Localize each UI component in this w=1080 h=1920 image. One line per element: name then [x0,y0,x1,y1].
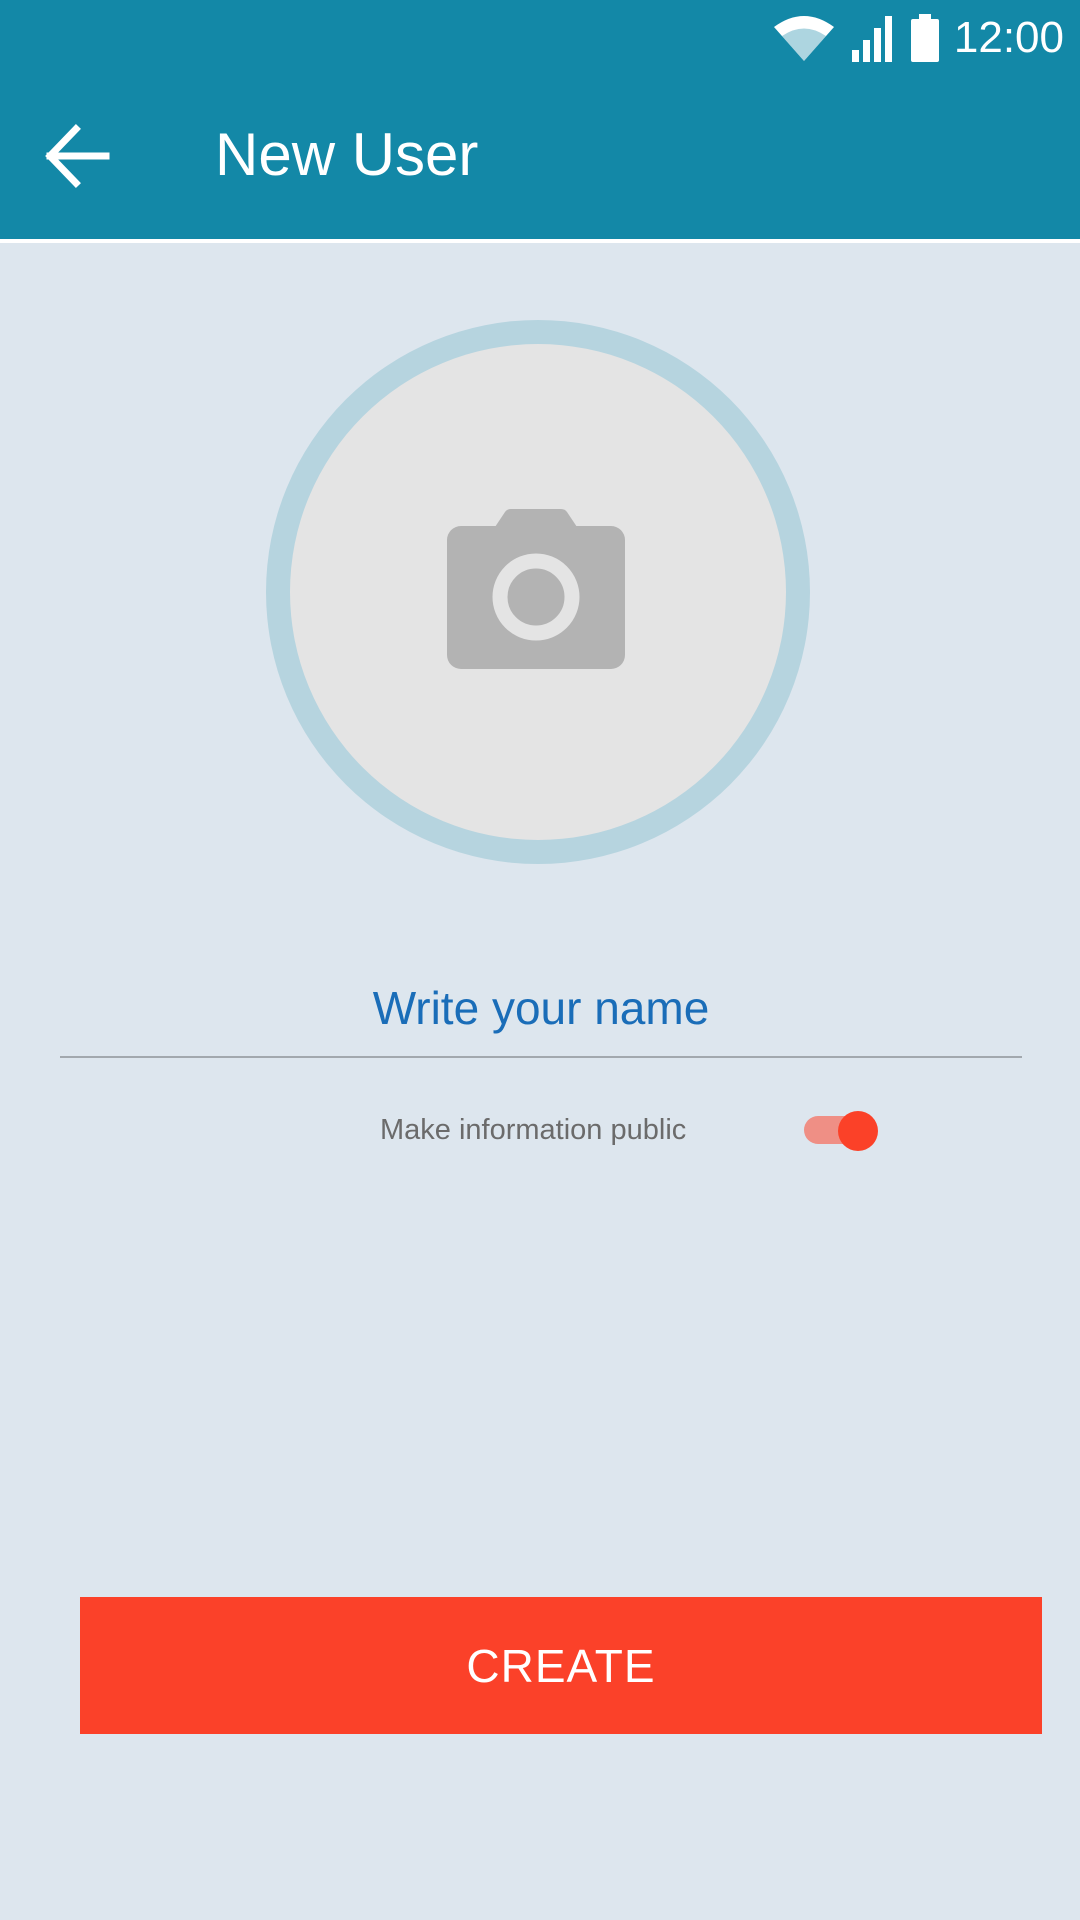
app-bar-divider [0,239,1080,243]
camera-icon [447,509,625,669]
back-button[interactable] [40,118,116,194]
page-title: New User [215,121,479,188]
create-button[interactable]: CREATE [80,1597,1042,1734]
public-toggle[interactable] [800,1110,880,1152]
name-input[interactable] [60,960,1022,1058]
wifi-icon [773,16,834,61]
status-bar: 12:00 [0,0,1080,75]
app-bar: 12:00 New User [0,0,1080,239]
avatar-placeholder [290,344,786,840]
status-icons: 12:00 [772,10,1064,66]
public-toggle-label: Make information public [380,1114,687,1146]
status-time: 12:00 [953,13,1064,62]
signal-icon [851,16,892,62]
toggle-thumb [838,1111,878,1151]
avatar-picker[interactable] [266,320,810,864]
battery-icon [910,14,939,62]
arrow-back-icon [45,124,110,188]
